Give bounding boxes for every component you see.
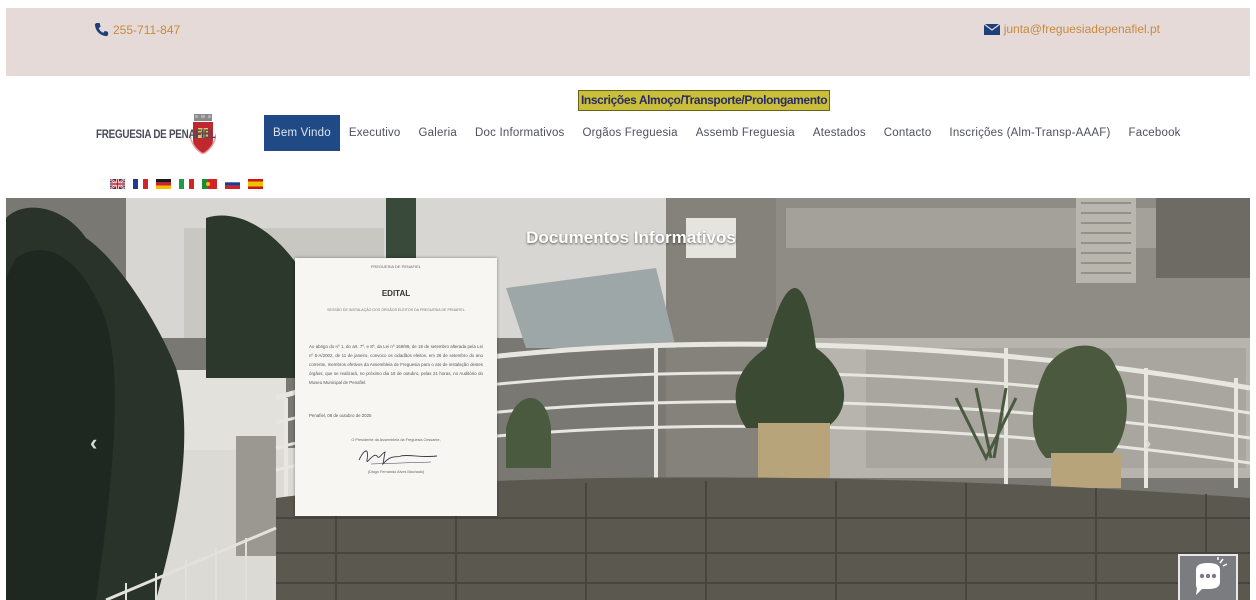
chat-widget-button[interactable] [1178, 554, 1238, 600]
nav-item-facebook[interactable]: Facebook [1120, 115, 1190, 151]
document-title: EDITAL [381, 289, 411, 298]
nav-item-bem-vindo[interactable]: Bem Vindo [264, 115, 340, 151]
signature-image [358, 450, 438, 466]
nav-item-orgaos-freguesia[interactable]: Orgãos Freguesia [574, 115, 687, 151]
spanish-flag-icon[interactable] [248, 179, 263, 189]
hero-background-image [6, 198, 1250, 600]
nav-item-executivo[interactable]: Executivo [340, 115, 410, 151]
chat-bubble-icon [1196, 557, 1228, 595]
phone-contact[interactable]: 255-711-847 [94, 22, 180, 37]
document-subtitle: SESSÃO DE INSTALAÇÃO DOS ÓRGÃOS ELEITOS … [327, 308, 465, 312]
document-signatory-label: O Presidente da Assembleia da Freguesia … [351, 438, 441, 442]
english-flag-icon[interactable] [110, 179, 125, 189]
german-flag-icon[interactable] [156, 179, 171, 189]
phone-number: 255-711-847 [113, 22, 181, 37]
hero-slider: Documentos Informativos FREGUESIA DE PEN… [6, 198, 1250, 600]
logo-text: FREGUESIA DE PENAFIEL [96, 127, 216, 141]
main-navigation: Bem Vindo Executivo Galeria Doc Informat… [264, 115, 1190, 151]
french-flag-icon[interactable] [133, 179, 148, 189]
envelope-icon [983, 23, 1000, 35]
nav-item-doc-informativos[interactable]: Doc Informativos [466, 115, 573, 151]
nav-item-contacto[interactable]: Contacto [875, 115, 941, 151]
top-contact-bar: 255-711-847 junta@freguesiadepenafiel.pt [6, 8, 1250, 76]
document-header: FREGUESIA DE PENAFIEL [370, 264, 421, 269]
email-contact[interactable]: junta@freguesiadepenafiel.pt [983, 22, 1160, 36]
nav-item-assemb-freguesia[interactable]: Assemb Freguesia [687, 115, 804, 151]
language-selector [110, 179, 263, 189]
document-date: Penafiel, 08 de outubro de 2025 [309, 413, 372, 418]
nav-item-atestados[interactable]: Atestados [804, 115, 875, 151]
russian-flag-icon[interactable] [225, 179, 240, 189]
edital-document[interactable]: FREGUESIA DE PENAFIEL EDITAL SESSÃO DE I… [295, 258, 497, 516]
phone-icon [94, 22, 109, 37]
email-address: junta@freguesiadepenafiel.pt [1003, 22, 1160, 36]
italian-flag-icon[interactable] [179, 179, 194, 189]
slider-prev-arrow[interactable]: ‹ [90, 430, 97, 456]
site-header: FREGUESIA DE PENAFIEL Inscrições Almoço/… [0, 76, 1256, 198]
portuguese-flag-icon[interactable] [202, 179, 217, 189]
document-signatory-name: (Diogo Fernando Alves Machado) [367, 470, 425, 474]
slide-title: Documentos Informativos [526, 228, 736, 247]
nav-item-inscricoes[interactable]: Inscrições (Alm-Transp-AAAF) [940, 115, 1119, 151]
slider-next-arrow[interactable]: › [1144, 430, 1151, 456]
registration-banner[interactable]: Inscrições Almoço/Transporte/Prolongamen… [578, 90, 831, 111]
document-body: Ao abrigo do nº 1, do art. 7º, e 8º, da … [309, 344, 483, 385]
nav-item-galeria[interactable]: Galeria [410, 115, 466, 151]
site-logo[interactable]: FREGUESIA DE PENAFIEL [96, 114, 216, 154]
